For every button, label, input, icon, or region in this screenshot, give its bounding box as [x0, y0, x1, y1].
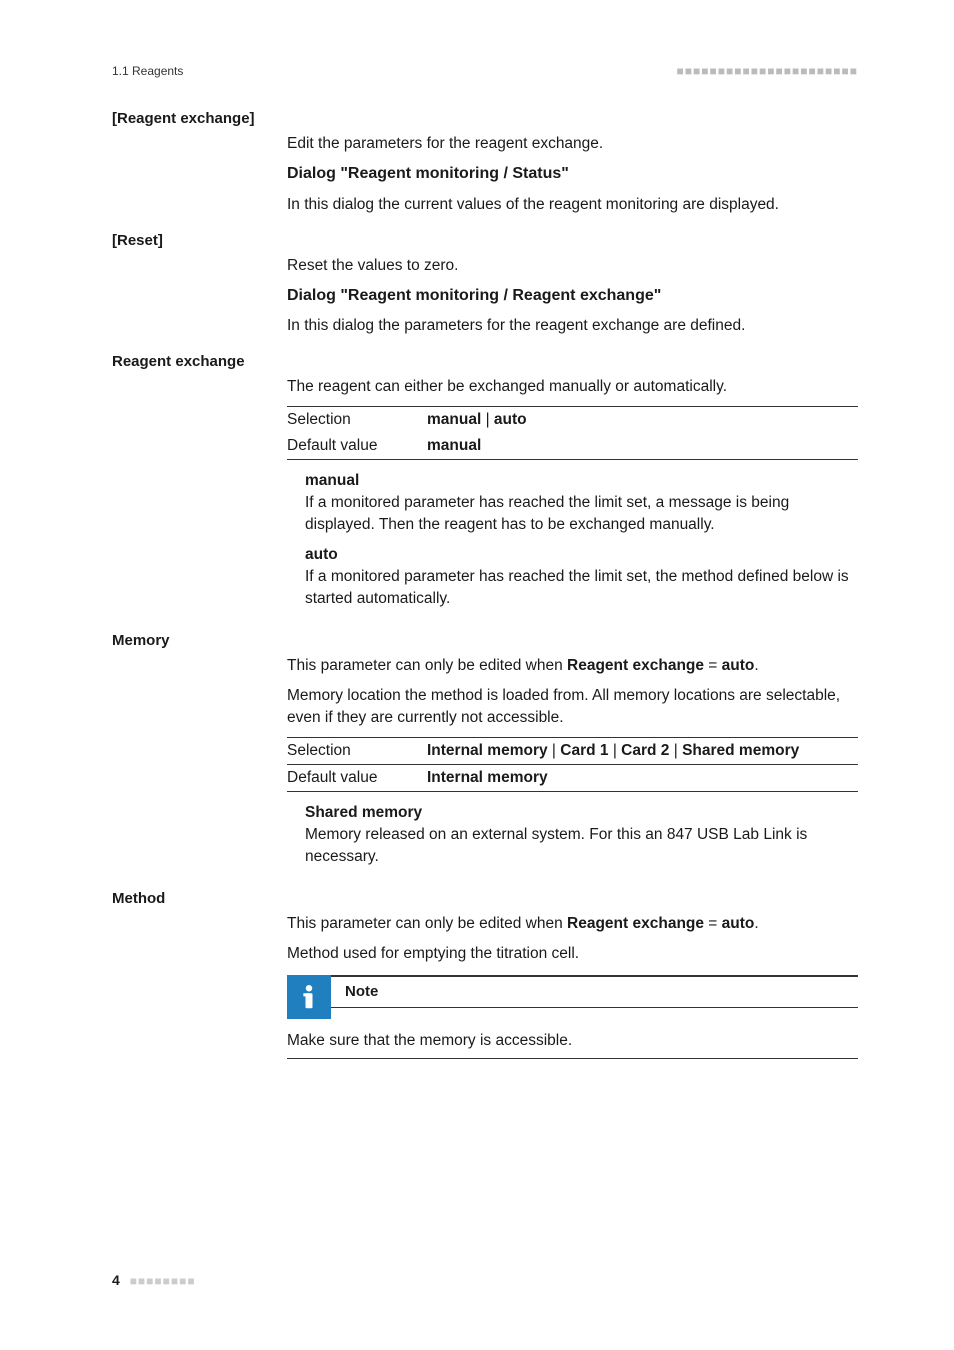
dialog-heading-status: Dialog "Reagent monitoring / Status" — [287, 163, 858, 186]
paragraph: In this dialog the current values of the… — [287, 194, 858, 216]
paragraph: Method used for emptying the titration c… — [287, 943, 858, 965]
kv-label: Selection — [287, 409, 427, 431]
definition-text: Memory released on an external system. F… — [305, 824, 858, 868]
selection-table: Selection Internal memory | Card 1 | Car… — [287, 737, 858, 792]
dialog-heading-exchange: Dialog "Reagent monitoring / Reagent exc… — [287, 285, 858, 308]
text-bold: auto — [722, 915, 755, 932]
definition-text: If a monitored parameter has reached the… — [305, 492, 858, 536]
text: . — [754, 915, 758, 932]
note-text: Make sure that the memory is accessible. — [287, 1032, 572, 1049]
paragraph: Memory location the method is loaded fro… — [287, 685, 858, 729]
definition-term: manual — [305, 470, 858, 492]
param-label-memory: Memory — [112, 630, 287, 649]
kv-label: Selection — [287, 740, 427, 762]
note-label: Note — [345, 983, 378, 1000]
definition-term: auto — [305, 544, 858, 566]
kv-value: Internal memory — [427, 767, 548, 789]
selection-table: Selection manual | auto Default value ma… — [287, 406, 858, 460]
text: = — [704, 915, 722, 932]
note-box: Note Make sure that the memory is access… — [287, 975, 858, 1058]
info-icon — [287, 975, 331, 1019]
text: This parameter can only be edited when — [287, 915, 567, 932]
param-label-method: Method — [112, 888, 287, 907]
page-footer: 4 ■■■■■■■■ — [112, 1272, 196, 1288]
kv-value: manual — [427, 435, 481, 457]
paragraph: This parameter can only be edited when R… — [287, 913, 858, 935]
param-label-reset: [Reset] — [112, 230, 287, 249]
param-label-reagent-exchange-action: [Reagent exchange] — [112, 108, 287, 127]
page-number: 4 — [112, 1272, 120, 1288]
kv-label: Default value — [287, 767, 427, 789]
param-label-reagent-exchange: Reagent exchange — [112, 351, 287, 370]
text: This parameter can only be edited when — [287, 657, 567, 674]
definition-text: If a monitored parameter has reached the… — [305, 566, 858, 610]
text-bold: auto — [722, 657, 755, 674]
paragraph: This parameter can only be edited when R… — [287, 655, 858, 677]
paragraph: In this dialog the parameters for the re… — [287, 315, 858, 337]
paragraph: Edit the parameters for the reagent exch… — [287, 133, 858, 155]
section-reference: 1.1 Reagents — [112, 64, 183, 78]
kv-value: Internal memory | Card 1 | Card 2 | Shar… — [427, 740, 799, 762]
kv-label: Default value — [287, 435, 427, 457]
text-bold: Reagent exchange — [567, 915, 704, 932]
definition-term: Shared memory — [305, 802, 858, 824]
text-bold: Reagent exchange — [567, 657, 704, 674]
kv-value: manual | auto — [427, 409, 527, 431]
paragraph: Reset the values to zero. — [287, 255, 858, 277]
paragraph: The reagent can either be exchanged manu… — [287, 376, 858, 398]
text: = — [704, 657, 722, 674]
footer-ornament: ■■■■■■■■ — [130, 1274, 196, 1288]
header-ornament: ■■■■■■■■■■■■■■■■■■■■■■ — [677, 64, 858, 78]
text: . — [754, 657, 758, 674]
